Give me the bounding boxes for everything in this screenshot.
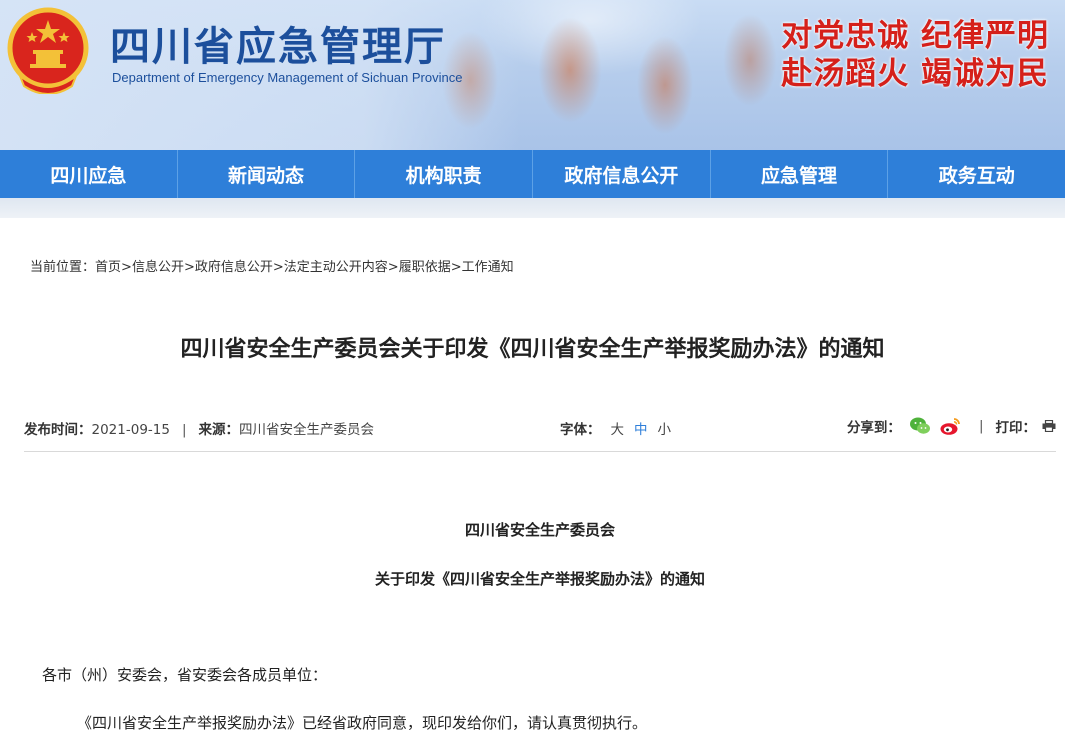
site-subtitle: Department of Emergency Management of Si… bbox=[112, 70, 463, 85]
nav-item-institution[interactable]: 机构职责 bbox=[355, 150, 534, 198]
site-banner: 四川省应急管理厅 Department of Emergency Managem… bbox=[0, 0, 1065, 150]
breadcrumb-info-public[interactable]: 信息公开 bbox=[132, 260, 184, 275]
print-label: 打印： bbox=[995, 420, 1037, 436]
font-size-small[interactable]: 小 bbox=[658, 422, 672, 438]
document-subject: 关于印发《四川省安全生产举报奖励办法》的通知 bbox=[374, 570, 705, 588]
article-title: 四川省安全生产委员会关于印发《四川省安全生产举报奖励办法》的通知 bbox=[180, 337, 885, 362]
share-and-print: 分享到： | 打印： bbox=[847, 416, 1056, 436]
document-paragraph-1: 《四川省安全生产举报奖励办法》已经省政府同意，现印发给你们，请认真贯彻执行。 bbox=[77, 714, 648, 732]
site-title[interactable]: 四川省应急管理厅 bbox=[110, 14, 446, 72]
font-size-medium[interactable]: 中 bbox=[634, 422, 648, 438]
breadcrumb-home[interactable]: 首页 bbox=[95, 260, 121, 275]
share-divider: | bbox=[978, 418, 984, 434]
meta-divider: | bbox=[181, 422, 187, 438]
weibo-icon[interactable] bbox=[939, 416, 961, 436]
publish-date-label: 发布时间： bbox=[24, 422, 92, 438]
nav-item-gov-info[interactable]: 政府信息公开 bbox=[533, 150, 711, 198]
nav-item-sichuan-emergency[interactable]: 四川应急 bbox=[0, 150, 178, 198]
font-size-large[interactable]: 大 bbox=[611, 422, 625, 438]
breadcrumb: 当前位置：首页>信息公开>政府信息公开>法定主动公开内容>履职依据>工作通知 bbox=[30, 260, 514, 275]
share-label: 分享到： bbox=[846, 420, 901, 436]
article-meta: 发布时间：2021-09-15 | 来源：四川省安全生产委员会 字体： 大中小 分享到… bbox=[24, 416, 1056, 438]
main-nav: 四川应急 新闻动态 机构职责 政府信息公开 应急管理 政务互动 bbox=[0, 150, 1065, 198]
nav-shadow-strip bbox=[0, 198, 1065, 218]
meta-separator-line bbox=[24, 451, 1056, 452]
source-label: 来源： bbox=[198, 422, 240, 438]
printer-icon[interactable] bbox=[1042, 420, 1056, 432]
breadcrumb-gov-info-public[interactable]: 政府信息公开 bbox=[195, 260, 273, 275]
document-salutation: 各市（州）安委会，省安委会各成员单位： bbox=[42, 666, 328, 684]
slogan-line-2: 赴汤蹈火 竭诚为民 bbox=[781, 56, 1049, 92]
national-emblem-icon bbox=[7, 7, 89, 94]
breadcrumb-statutory-content[interactable]: 法定主动公开内容 bbox=[284, 260, 388, 275]
publish-date: 2021-09-15 bbox=[91, 422, 170, 438]
nav-item-emergency-management[interactable]: 应急管理 bbox=[711, 150, 889, 198]
nav-item-news[interactable]: 新闻动态 bbox=[178, 150, 356, 198]
font-size-label: 字体： bbox=[560, 422, 601, 438]
wechat-icon[interactable] bbox=[909, 416, 931, 436]
breadcrumb-label: 当前位置： bbox=[30, 260, 96, 275]
breadcrumb-work-notice[interactable]: 工作通知 bbox=[462, 260, 514, 275]
source-value: 四川省安全生产委员会 bbox=[239, 422, 375, 438]
breadcrumb-duty-basis[interactable]: 履职依据 bbox=[399, 260, 451, 275]
nav-item-interaction[interactable]: 政务互动 bbox=[888, 150, 1065, 198]
document-issuer: 四川省安全生产委员会 bbox=[464, 521, 615, 539]
font-size-switcher: 字体： 大中小 bbox=[560, 418, 671, 438]
